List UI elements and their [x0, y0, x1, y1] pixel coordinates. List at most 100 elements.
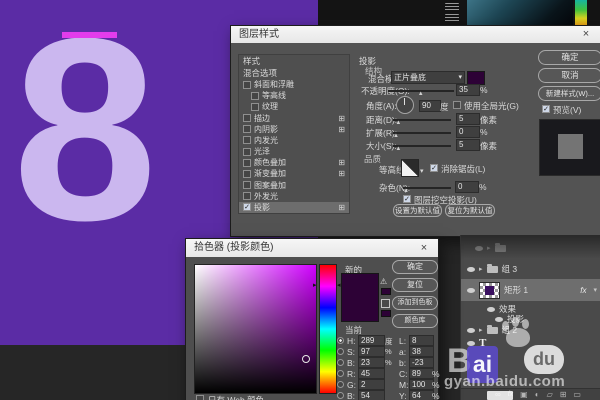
group-icon[interactable]: ▱ — [547, 390, 553, 399]
gradient-overlay-checkbox[interactable] — [243, 170, 251, 178]
noise-input[interactable]: 0 — [455, 181, 479, 193]
blending-options-item[interactable]: 混合选项 — [239, 67, 349, 79]
hue-arrow-left-icon[interactable]: ▸ — [313, 281, 317, 289]
b2-radio[interactable] — [337, 392, 344, 399]
style-item-bevel[interactable]: 斜面和浮雕 — [239, 79, 349, 90]
style-item-outer-glow[interactable]: 外发光 — [239, 191, 349, 202]
collapse-icon[interactable]: ▸ — [479, 265, 483, 273]
inner-glow-checkbox[interactable] — [243, 136, 251, 144]
fx-chevron-icon[interactable]: ▾ — [593, 286, 597, 294]
effects-icon[interactable]: fx — [508, 391, 513, 398]
eye-icon[interactable] — [467, 341, 475, 346]
web-safe-swatch[interactable] — [381, 310, 391, 317]
eye-icon[interactable] — [467, 328, 475, 333]
global-light-checkbox[interactable] — [453, 101, 461, 109]
eye-icon[interactable] — [467, 288, 475, 293]
outer-glow-checkbox[interactable] — [243, 192, 251, 200]
link-icon[interactable]: ∞ — [495, 390, 501, 399]
s-input[interactable]: 97 — [358, 346, 385, 357]
satin-checkbox[interactable] — [243, 148, 251, 156]
style-item-color-overlay[interactable]: 颜色叠加⊞ — [239, 157, 349, 168]
y-input[interactable]: 64 — [409, 390, 434, 400]
g-radio[interactable] — [337, 381, 344, 388]
picker-ok-button[interactable]: 确定 — [392, 260, 438, 274]
style-item-drop-shadow[interactable]: ✓投影⊞ — [239, 202, 349, 213]
a-input[interactable]: 38 — [409, 346, 434, 357]
pattern-overlay-checkbox[interactable] — [243, 181, 251, 189]
contour-checkbox[interactable] — [251, 92, 259, 100]
distance-slider[interactable]: ▲ — [393, 119, 451, 121]
r-radio[interactable] — [337, 370, 344, 377]
contour-chevron-icon[interactable]: ▾ — [420, 167, 424, 175]
bevel-checkbox[interactable] — [243, 81, 251, 89]
spread-input[interactable]: 0 — [456, 126, 480, 138]
collapse-icon[interactable]: ▸ — [479, 326, 483, 334]
stroke-checkbox[interactable] — [243, 114, 251, 122]
distance-slider-thumb[interactable]: ▲ — [395, 120, 401, 126]
add-stroke-icon[interactable]: ⊞ — [338, 114, 345, 123]
add-inner-shadow-icon[interactable]: ⊞ — [338, 125, 345, 134]
new-style-button[interactable]: 新建样式(W)... — [538, 86, 600, 101]
picker-reset-button[interactable]: 复位 — [392, 278, 438, 292]
gamut-warning-icon[interactable]: ⚠ — [380, 277, 387, 286]
close-icon[interactable]: × — [578, 26, 594, 43]
inner-shadow-checkbox[interactable] — [243, 125, 251, 133]
texture-checkbox[interactable] — [251, 103, 259, 111]
style-item-contour[interactable]: 等高线 — [239, 90, 349, 101]
shadow-color-swatch[interactable] — [467, 71, 485, 85]
style-item-pattern-overlay[interactable]: 图案叠加 — [239, 180, 349, 191]
hue-ramp-strip[interactable] — [575, 0, 587, 26]
c-input[interactable]: 89 — [409, 368, 434, 379]
trash-icon[interactable]: ▭ — [573, 390, 581, 399]
current-color-swatch[interactable] — [341, 299, 379, 322]
add-color-overlay-icon[interactable]: ⊞ — [338, 158, 345, 167]
drop-shadow-checkbox[interactable]: ✓ — [243, 203, 251, 211]
angle-dial[interactable] — [396, 96, 414, 114]
opacity-input[interactable]: 35 — [456, 84, 480, 96]
color-picker-titlebar[interactable]: 拾色器 (投影颜色) × — [186, 239, 438, 257]
style-item-satin[interactable]: 光泽 — [239, 146, 349, 157]
noise-slider[interactable]: ▲ — [403, 187, 451, 189]
g-input[interactable]: 2 — [358, 379, 385, 390]
antialias-checkbox[interactable]: ✓ — [430, 164, 438, 172]
angle-input[interactable]: 90 — [419, 100, 441, 112]
ok-button[interactable]: 确定 — [538, 50, 600, 65]
distance-input[interactable]: 5 — [456, 113, 480, 125]
pen-icon[interactable] — [445, 3, 459, 11]
layer-row-group-3[interactable]: ▸ 组 3 — [461, 263, 600, 275]
cancel-button[interactable]: 取消 — [538, 68, 600, 83]
spread-slider[interactable]: ▲ — [393, 132, 451, 134]
close-icon[interactable]: × — [416, 239, 432, 256]
noise-slider-thumb[interactable]: ▲ — [403, 188, 409, 194]
web-safe-cube-icon[interactable] — [381, 299, 390, 308]
opacity-slider-thumb[interactable]: ▲ — [418, 91, 424, 97]
style-item-inner-shadow[interactable]: 内阴影⊞ — [239, 124, 349, 135]
hue-slider[interactable] — [319, 264, 337, 394]
layer-style-titlebar[interactable]: 图层样式 × — [231, 26, 600, 43]
color-field[interactable] — [194, 264, 317, 394]
b-input[interactable]: 23 — [358, 357, 385, 368]
r-input[interactable]: 45 — [358, 368, 385, 379]
new-layer-icon[interactable]: ⊞ — [560, 390, 567, 399]
spread-slider-thumb[interactable]: ▲ — [393, 133, 399, 139]
knockout-checkbox[interactable]: ✓ — [403, 195, 411, 203]
contour-thumbnail[interactable] — [401, 159, 419, 177]
color-spectrum-panel[interactable] — [467, 0, 573, 26]
preview-checkbox[interactable]: ✓ — [542, 105, 550, 113]
color-libraries-button[interactable]: 颜色库 — [392, 314, 438, 328]
eye-icon[interactable] — [487, 307, 495, 312]
size-slider-thumb[interactable]: ▲ — [395, 146, 401, 152]
styles-header[interactable]: 样式 — [239, 55, 349, 67]
hue-arrow-right-icon[interactable]: ◂ — [337, 281, 341, 289]
style-item-stroke[interactable]: 描边⊞ — [239, 113, 349, 124]
lab-b-input[interactable]: -23 — [409, 357, 434, 368]
properties-icon[interactable] — [445, 14, 459, 22]
s-radio[interactable] — [337, 348, 344, 355]
b-radio[interactable] — [337, 359, 344, 366]
style-item-texture[interactable]: 纹理 — [239, 101, 349, 112]
h-radio[interactable] — [337, 337, 344, 344]
eye-icon[interactable] — [495, 317, 503, 322]
web-only-checkbox[interactable] — [196, 395, 204, 400]
blend-mode-dropdown[interactable]: 正片叠底 ▾ — [391, 71, 465, 84]
style-item-inner-glow[interactable]: 内发光 — [239, 135, 349, 146]
